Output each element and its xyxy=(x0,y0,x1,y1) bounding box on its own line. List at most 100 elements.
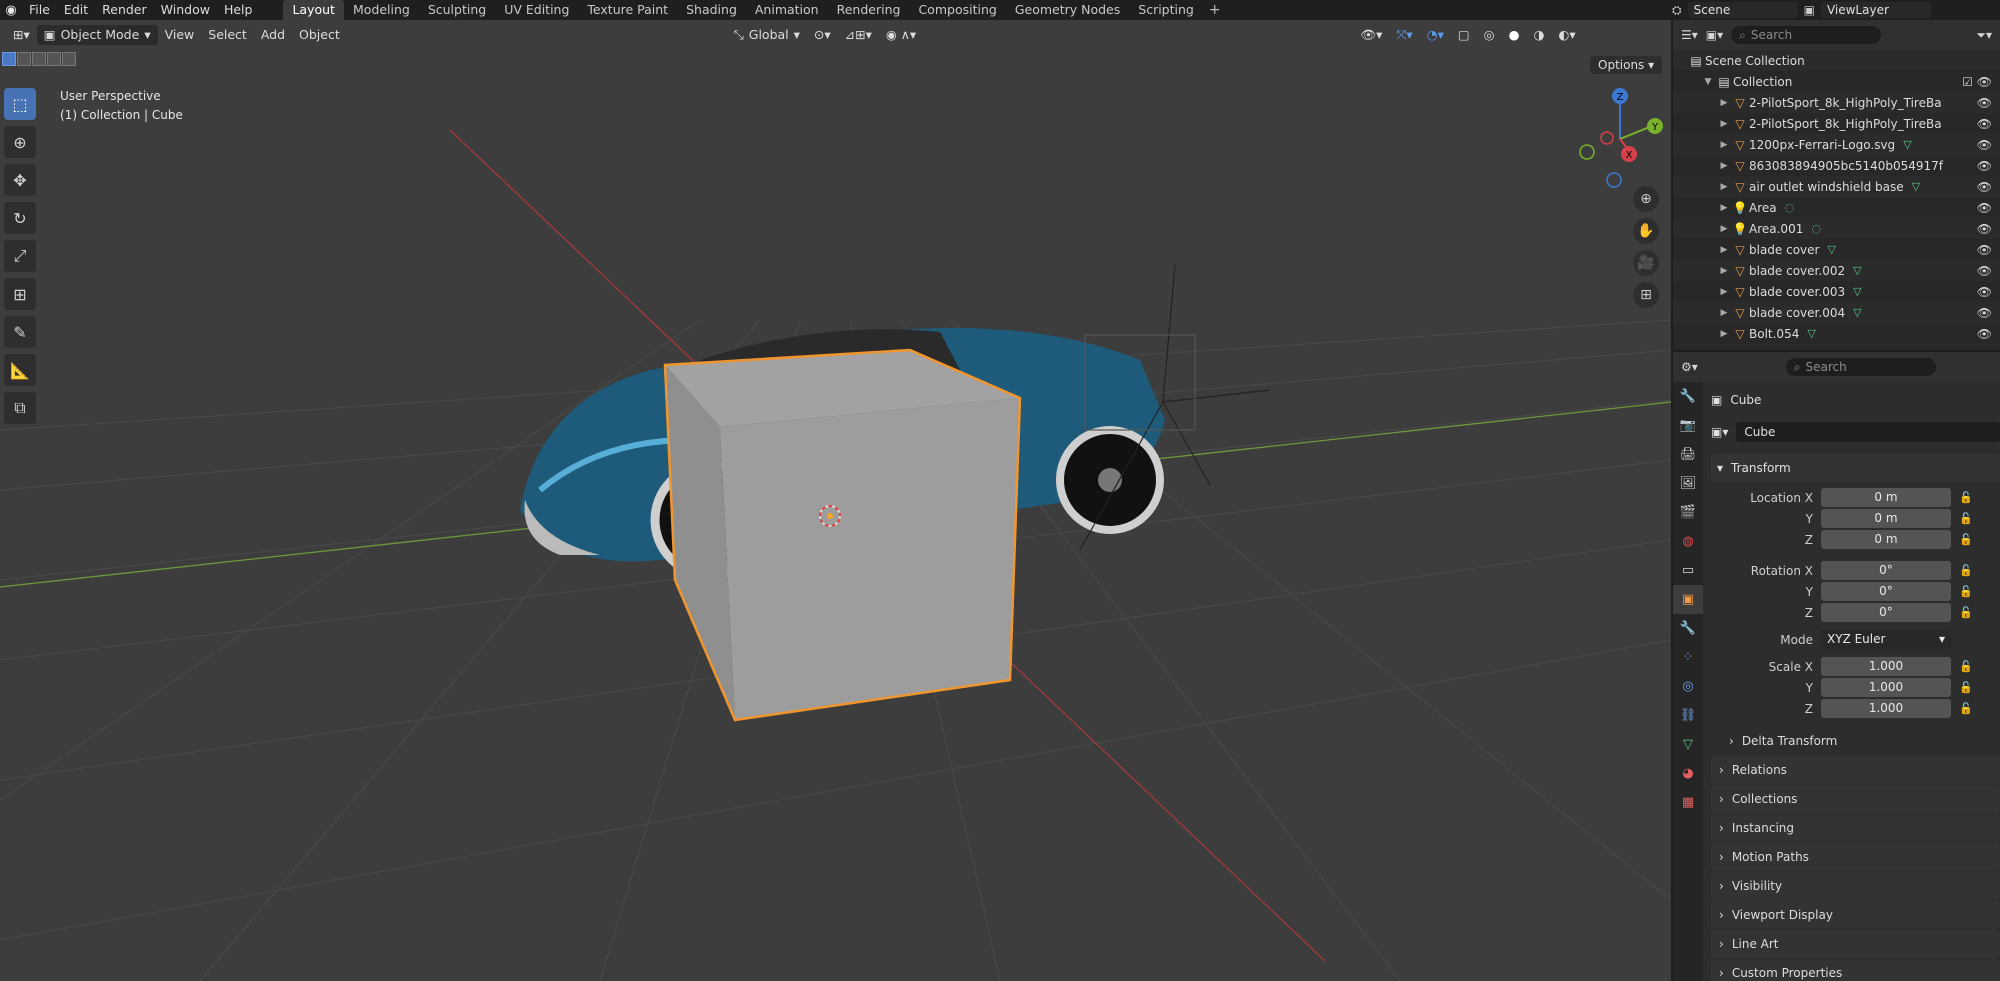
expand-arrow-icon[interactable]: ▶ xyxy=(1717,182,1731,192)
3d-viewport[interactable]: ⊞▾ ▣ Object Mode ▾ View Select Add Objec… xyxy=(0,20,1671,981)
menu-select[interactable]: Select xyxy=(201,25,254,45)
shading-solid-icon[interactable]: ● xyxy=(1502,25,1527,45)
menu-edit[interactable]: Edit xyxy=(57,0,95,20)
scene-tab-icon[interactable]: 🎬 xyxy=(1673,498,1703,527)
list-item[interactable]: ▶ ▽ 2-PilotSport_8k_HighPoly_TireBa 👁 xyxy=(1673,92,2000,113)
eye-icon[interactable]: 👁 xyxy=(1977,264,1992,278)
menu-window[interactable]: Window xyxy=(154,0,217,20)
tab-scripting[interactable]: Scripting xyxy=(1129,0,1203,20)
eye-icon[interactable]: 👁 xyxy=(1977,96,1992,110)
scale-x-field[interactable]: 1.000 xyxy=(1821,657,1951,676)
zoom-icon[interactable]: ⊕ xyxy=(1633,186,1659,212)
list-item[interactable]: ▶ ▽ Bolt.054 ▽ 👁 xyxy=(1673,323,2000,344)
lock-icon[interactable]: 🔓 xyxy=(1959,702,1973,715)
expand-arrow-icon[interactable]: ▶ xyxy=(1717,203,1731,213)
transform-icon[interactable]: ⊞ xyxy=(4,278,36,310)
outliner-editor-icon[interactable]: ☰▾ xyxy=(1681,28,1698,42)
shading-rendered-icon[interactable]: ◐▾ xyxy=(1551,25,1582,45)
tab-geometry-nodes[interactable]: Geometry Nodes xyxy=(1006,0,1129,20)
object-name-field[interactable]: Cube xyxy=(1736,422,2000,442)
scene-collection-row[interactable]: ▤ Scene Collection xyxy=(1673,50,2000,71)
expand-arrow-icon[interactable]: ▶ xyxy=(1717,266,1731,276)
output-tab-icon[interactable]: 🖨 xyxy=(1673,440,1703,469)
properties-search-input[interactable]: ⌕ Search xyxy=(1785,358,1936,376)
navigation-gizmo[interactable]: Z Y X xyxy=(1570,84,1670,194)
motion-paths-panel-header[interactable]: › Motion Paths xyxy=(1711,843,2000,871)
list-item[interactable]: ▶ ▽ air outlet windshield base ▽ 👁 xyxy=(1673,176,2000,197)
transform-panel-header[interactable]: ▾ Transform xyxy=(1711,454,2000,481)
view-layer-field[interactable]: ViewLayer xyxy=(1820,2,1931,18)
selected-cube[interactable] xyxy=(663,348,1022,722)
scale-y-field[interactable]: 1.000 xyxy=(1821,678,1951,697)
expand-arrow-icon[interactable]: ▶ xyxy=(1717,119,1731,129)
world-tab-icon[interactable]: ◍ xyxy=(1673,527,1703,556)
menu-view[interactable]: View xyxy=(158,25,202,45)
tab-texture-paint[interactable]: Texture Paint xyxy=(578,0,677,20)
ortho-grid-icon[interactable]: ⊞ xyxy=(1633,282,1659,308)
delta-transform-header[interactable]: › Delta Transform xyxy=(1721,727,2000,755)
rotation-z-field[interactable]: 0° xyxy=(1821,603,1951,622)
list-item[interactable]: ▶ 💡 Area ◌ 👁 xyxy=(1673,197,2000,218)
proportional-edit-icon[interactable]: ◉ ∧▾ xyxy=(879,25,923,45)
menu-add[interactable]: Add xyxy=(254,25,292,45)
eye-icon[interactable]: 👁 xyxy=(1977,285,1992,299)
expand-arrow-icon[interactable]: ▶ xyxy=(1717,329,1731,339)
snap-icon[interactable]: ⊿⊞▾ xyxy=(838,25,879,45)
tab-sculpting[interactable]: Sculpting xyxy=(419,0,495,20)
menu-object[interactable]: Object xyxy=(292,25,347,45)
cursor-icon[interactable]: ⊕ xyxy=(4,126,36,158)
texture-tab-icon[interactable]: ▦ xyxy=(1673,788,1703,817)
object-data-icon[interactable]: ▣▾ xyxy=(1711,425,1728,439)
expand-arrow-icon[interactable]: ▶ xyxy=(1717,161,1731,171)
eye-icon[interactable]: 👁 xyxy=(1977,201,1992,215)
shading-wireframe-icon[interactable]: ◎ xyxy=(1477,25,1502,45)
lock-icon[interactable]: 🔓 xyxy=(1959,660,1973,673)
tab-uv-editing[interactable]: UV Editing xyxy=(495,0,578,20)
rotation-x-field[interactable]: 0° xyxy=(1821,561,1951,580)
visibility-icon[interactable]: 👁▾ xyxy=(1353,25,1389,45)
instancing-panel-header[interactable]: › Instancing xyxy=(1711,814,2000,842)
data-tab-icon[interactable]: ▽ xyxy=(1673,730,1703,759)
scale-icon[interactable]: ⤢ xyxy=(4,240,36,272)
visibility-panel-header[interactable]: › Visibility xyxy=(1711,872,2000,900)
view-layer-tab-icon[interactable]: 🖼 xyxy=(1673,469,1703,498)
tab-rendering[interactable]: Rendering xyxy=(828,0,910,20)
expand-arrow-icon[interactable]: ▶ xyxy=(1717,98,1731,108)
lock-icon[interactable]: 🔓 xyxy=(1959,606,1973,619)
lock-icon[interactable]: 🔓 xyxy=(1959,681,1973,694)
rotation-y-field[interactable]: 0° xyxy=(1821,582,1951,601)
list-item[interactable]: ▶ ▽ 1200px-Ferrari-Logo.svg ▽ 👁 xyxy=(1673,134,2000,155)
custom-properties-panel-header[interactable]: › Custom Properties xyxy=(1711,959,2000,981)
outliner-search-input[interactable]: ⌕ Search xyxy=(1731,26,1882,44)
menu-file[interactable]: File xyxy=(22,0,57,20)
lock-icon[interactable]: 🔓 xyxy=(1959,491,1973,504)
overlay-toggle-icon[interactable]: ◔▾ xyxy=(1420,25,1451,45)
relations-panel-header[interactable]: › Relations xyxy=(1711,756,2000,784)
rotation-mode-dropdown[interactable]: XYZ Euler ▾ xyxy=(1821,630,1951,649)
line-art-panel-header[interactable]: › Line Art xyxy=(1711,930,2000,958)
lock-icon[interactable]: 🔓 xyxy=(1959,512,1973,525)
constraints-tab-icon[interactable]: ⛓ xyxy=(1673,701,1703,730)
eye-icon[interactable]: 👁 xyxy=(1977,327,1992,341)
add-cube-icon[interactable]: ⧉ xyxy=(4,392,36,424)
modifier-tab-icon[interactable]: 🔧 xyxy=(1673,614,1703,643)
options-button[interactable]: Options ▾ xyxy=(1590,56,1663,74)
list-item[interactable]: ▶ ▽ 863083894905bc5140b054917f 👁 xyxy=(1673,155,2000,176)
viewport-display-panel-header[interactable]: › Viewport Display xyxy=(1711,901,2000,929)
expand-arrow-icon[interactable]: ▶ xyxy=(1717,245,1731,255)
material-tab-icon[interactable]: ◕ xyxy=(1673,759,1703,788)
eye-icon[interactable]: 👁 xyxy=(1977,180,1992,194)
expand-arrow-icon[interactable]: ▶ xyxy=(1717,140,1731,150)
mode-dropdown[interactable]: ▣ Object Mode ▾ xyxy=(36,25,158,45)
expand-arrow-icon[interactable]: ▼ xyxy=(1701,77,1715,87)
filter-icon[interactable]: ⏷▾ xyxy=(1976,28,1992,43)
select-box-icon[interactable]: ⬚ xyxy=(4,88,36,120)
pivot-icon[interactable]: ⊙▾ xyxy=(807,25,838,45)
scale-z-field[interactable]: 1.000 xyxy=(1821,699,1951,718)
transform-orientation-dropdown[interactable]: ⤡ Global ▾ xyxy=(727,25,807,45)
tool-tab-icon[interactable]: 🔧 xyxy=(1673,382,1703,411)
camera-view-icon[interactable]: 🎥 xyxy=(1633,250,1659,276)
eye-icon[interactable]: 👁 xyxy=(1977,159,1992,173)
expand-arrow-icon[interactable]: ▶ xyxy=(1717,308,1731,318)
eye-icon[interactable]: 👁 xyxy=(1977,222,1992,236)
